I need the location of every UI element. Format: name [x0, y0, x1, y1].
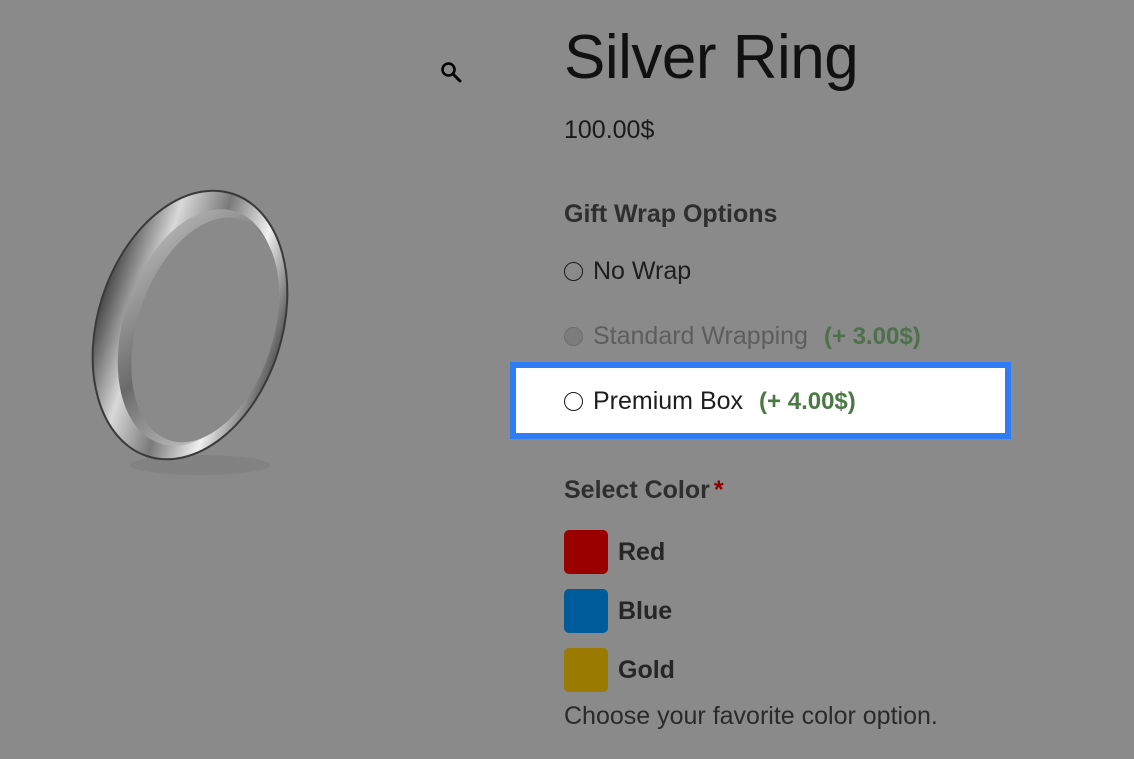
- zoom-button[interactable]: [436, 57, 466, 87]
- product-gallery: [0, 0, 490, 759]
- product-title: Silver Ring: [564, 23, 859, 92]
- product-price: 100.00$: [564, 116, 655, 144]
- color-option-gold[interactable]: Gold: [564, 648, 675, 692]
- gift-wrap-option-premium-box[interactable]: Premium Box (+ 4.00$): [564, 387, 856, 416]
- gift-wrap-title: Gift Wrap Options: [564, 200, 778, 228]
- gift-wrap-option-no-wrap[interactable]: No Wrap: [564, 257, 691, 286]
- addon-price: (+ 4.00$): [759, 387, 856, 415]
- color-label: Gold: [618, 655, 675, 684]
- required-mark: *: [713, 476, 724, 504]
- gift-wrap-option-standard: Standard Wrapping (+ 3.00$): [564, 322, 921, 351]
- color-label: Blue: [618, 596, 673, 625]
- option-label: No Wrap: [593, 257, 692, 285]
- select-color-title: Select Color *: [564, 476, 724, 505]
- option-label: Premium Box: [593, 387, 744, 415]
- color-swatch-red[interactable]: [564, 530, 608, 574]
- radio-button-disabled: [564, 327, 583, 346]
- color-hint: Choose your favorite color option.: [564, 702, 938, 730]
- product-image[interactable]: [60, 165, 320, 485]
- radio-button[interactable]: [564, 262, 583, 281]
- color-swatch-gold[interactable]: [564, 648, 608, 692]
- select-color-label: Select Color: [564, 476, 710, 504]
- color-swatch-blue[interactable]: [564, 589, 608, 633]
- option-label: Standard Wrapping: [593, 322, 808, 350]
- addon-price: (+ 3.00$): [823, 322, 921, 350]
- color-label: Red: [618, 537, 666, 566]
- color-option-blue[interactable]: Blue: [564, 589, 672, 633]
- magnifier-icon: [441, 62, 462, 83]
- product-page: Silver Ring 100.00$ Gift Wrap Options No…: [0, 0, 1134, 759]
- color-option-red[interactable]: Red: [564, 530, 665, 574]
- radio-button[interactable]: [564, 392, 583, 411]
